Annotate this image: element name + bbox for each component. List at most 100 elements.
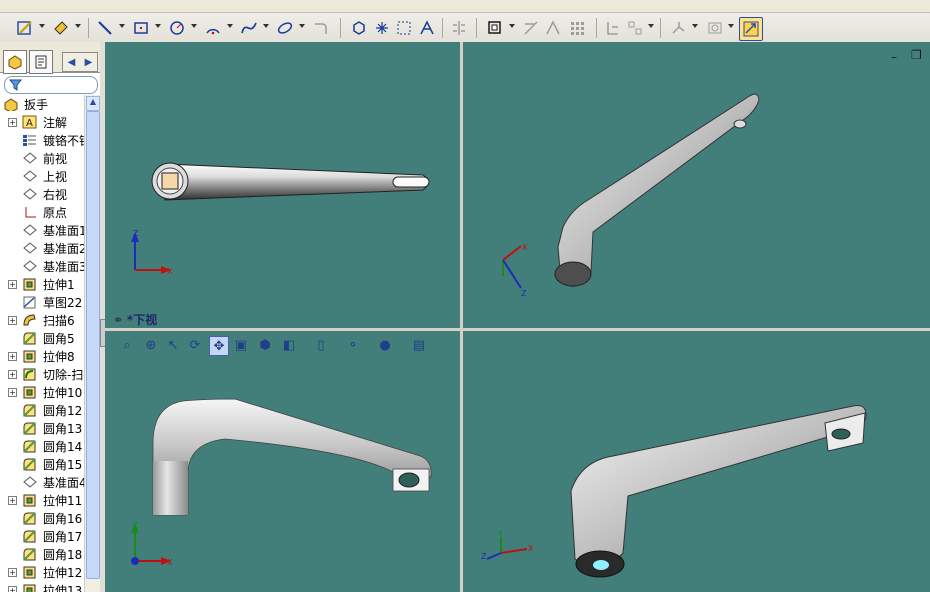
tree-item[interactable]: 上视: [0, 167, 84, 185]
expand-icon[interactable]: +: [8, 388, 17, 397]
tree-item[interactable]: + 拉伸11: [0, 491, 84, 509]
chevron-down-icon[interactable]: [299, 24, 305, 28]
rectangle-icon[interactable]: [130, 17, 152, 39]
view-settings-icon[interactable]: ▤: [410, 336, 428, 354]
tree-item[interactable]: 草图22: [0, 293, 84, 311]
minimize-icon[interactable]: –: [891, 50, 897, 64]
viewport-splitter-vertical[interactable]: [460, 42, 463, 592]
chevron-down-icon[interactable]: [227, 24, 233, 28]
viewport-top-left[interactable]: Z X: [105, 42, 460, 328]
line-icon[interactable]: [94, 17, 116, 39]
smart-dimension-icon[interactable]: [50, 17, 72, 39]
display-style-icon[interactable]: ◧: [280, 336, 298, 354]
viewport-bottom-left[interactable]: Y X: [105, 331, 460, 592]
mirror-icon[interactable]: [448, 17, 470, 39]
expand-icon[interactable]: +: [8, 496, 17, 505]
quick-snaps-icon[interactable]: [739, 17, 763, 41]
expand-icon[interactable]: +: [8, 568, 17, 577]
chevron-left-icon[interactable]: ◀: [68, 57, 76, 68]
tree-item[interactable]: 镀铬不锈: [0, 131, 84, 149]
trim-icon[interactable]: [520, 17, 542, 39]
hide-show-icon[interactable]: ▯: [312, 336, 330, 354]
link-views-icon[interactable]: ⚭: [113, 313, 127, 327]
tree-item[interactable]: 原点: [0, 203, 84, 221]
tree-item[interactable]: + 拉伸13: [0, 581, 84, 592]
point-icon[interactable]: [371, 17, 393, 39]
sketch-icon[interactable]: [14, 17, 36, 39]
pan-icon[interactable]: ✥: [209, 336, 229, 356]
chevron-down-icon[interactable]: [692, 24, 698, 28]
spline-icon[interactable]: [238, 17, 260, 39]
tree-item[interactable]: 基准面4: [0, 473, 84, 491]
expand-icon[interactable]: +: [8, 586, 17, 592]
expand-icon[interactable]: +: [8, 370, 17, 379]
chevron-down-icon[interactable]: [728, 24, 734, 28]
tree-item[interactable]: 圆角5: [0, 329, 84, 347]
repair-icon[interactable]: [668, 17, 690, 39]
edit-appearance-icon[interactable]: ⚬: [344, 336, 362, 354]
tree-item[interactable]: 基准面3: [0, 257, 84, 275]
fillet-sketch-icon[interactable]: [310, 17, 332, 39]
tree-item[interactable]: + 拉伸10: [0, 383, 84, 401]
viewport-splitter-horizontal[interactable]: [105, 328, 930, 331]
ellipse-icon[interactable]: [274, 17, 296, 39]
chevron-down-icon[interactable]: [119, 24, 125, 28]
tree-item[interactable]: 圆角14: [0, 437, 84, 455]
tree-item[interactable]: 圆角12: [0, 401, 84, 419]
expand-icon[interactable]: +: [8, 118, 17, 127]
chevron-down-icon[interactable]: [509, 24, 515, 28]
chevron-down-icon[interactable]: [648, 24, 654, 28]
tree-item[interactable]: + 扫描6: [0, 311, 84, 329]
viewport-top-right[interactable]: – ❐ X Z: [463, 42, 930, 328]
grid-icon[interactable]: [393, 17, 415, 39]
tree-item[interactable]: 圆角17: [0, 527, 84, 545]
expand-icon[interactable]: +: [8, 280, 17, 289]
tree-item[interactable]: 圆角15: [0, 455, 84, 473]
tree-item[interactable]: 圆角16: [0, 509, 84, 527]
text-icon[interactable]: [416, 17, 438, 39]
rapid-sketch-icon[interactable]: [704, 17, 726, 39]
tree-filter[interactable]: [4, 76, 98, 94]
offset-icon[interactable]: [484, 17, 506, 39]
tree-item[interactable]: + 切除-扫描: [0, 365, 84, 383]
tree-item[interactable]: + 拉伸12: [0, 563, 84, 581]
relation-icon[interactable]: [602, 17, 624, 39]
zoom-area-icon[interactable]: ⊕: [142, 336, 160, 354]
tree-scrollbar[interactable]: ▲: [84, 95, 100, 592]
tree-item[interactable]: 基准面1: [0, 221, 84, 239]
chevron-down-icon[interactable]: [39, 24, 45, 28]
chevron-right-icon[interactable]: ▶: [85, 57, 93, 68]
apply-scene-icon[interactable]: ●: [376, 336, 394, 354]
tree-root[interactable]: 扳手: [0, 95, 84, 113]
tree-item[interactable]: 圆角13: [0, 419, 84, 437]
property-manager-tab[interactable]: [29, 50, 53, 74]
zoom-previous-icon[interactable]: ↖: [164, 336, 182, 354]
view-orientation-icon[interactable]: ⬢: [256, 336, 274, 354]
chevron-down-icon[interactable]: [263, 24, 269, 28]
section-view-icon[interactable]: ▣: [232, 336, 250, 354]
expand-icon[interactable]: +: [8, 352, 17, 361]
viewport-bottom-right[interactable]: Y X Z: [463, 331, 930, 592]
tree-item[interactable]: 圆角18: [0, 545, 84, 563]
expand-icon[interactable]: +: [8, 316, 17, 325]
tree-item[interactable]: 前视: [0, 149, 84, 167]
rotate-icon[interactable]: ⟳: [186, 336, 204, 354]
circle-icon[interactable]: [166, 17, 188, 39]
polygon-icon[interactable]: [348, 17, 370, 39]
chevron-down-icon[interactable]: [191, 24, 197, 28]
scroll-up-button[interactable]: ▲: [86, 96, 100, 111]
feature-tree-tab[interactable]: [3, 50, 27, 74]
restore-icon[interactable]: ❐: [911, 48, 922, 62]
tree-item[interactable]: + 拉伸1: [0, 275, 84, 293]
pattern-icon[interactable]: [566, 17, 588, 39]
tree-item[interactable]: + A 注解: [0, 113, 84, 131]
chevron-down-icon[interactable]: [155, 24, 161, 28]
tree-item[interactable]: 右视: [0, 185, 84, 203]
zoom-fit-icon[interactable]: ⌕: [118, 336, 136, 354]
extend-icon[interactable]: [542, 17, 564, 39]
chevron-down-icon[interactable]: [75, 24, 81, 28]
display-relation-icon[interactable]: [624, 17, 646, 39]
scroll-thumb[interactable]: [86, 111, 100, 579]
tree-item[interactable]: 基准面2: [0, 239, 84, 257]
arc-icon[interactable]: [202, 17, 224, 39]
